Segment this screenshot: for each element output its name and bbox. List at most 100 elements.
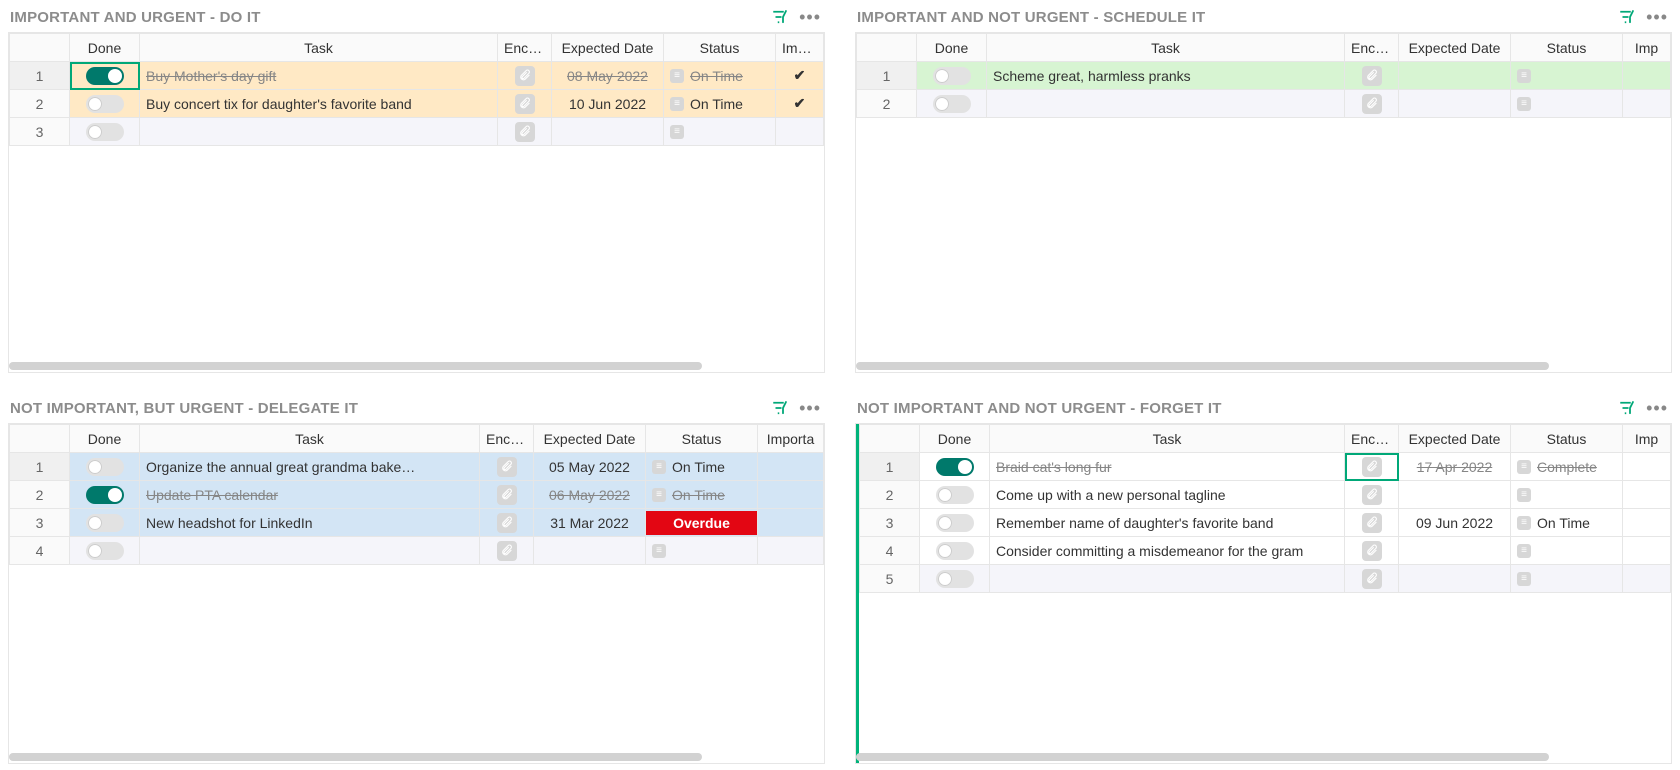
attachment-icon[interactable]: [1362, 513, 1382, 533]
status-cell[interactable]: Overdue: [646, 509, 758, 537]
status-cell[interactable]: ≡On Time: [646, 453, 758, 481]
expected-date-cell[interactable]: 05 May 2022: [534, 453, 646, 481]
expected-date-cell[interactable]: [1399, 537, 1511, 565]
done-cell[interactable]: [920, 481, 990, 509]
col-importance[interactable]: Imp: [1623, 425, 1671, 453]
importance-cell[interactable]: [758, 509, 824, 537]
col-encl[interactable]: Encl(s): [1345, 425, 1399, 453]
table-row[interactable]: 1Scheme great, harmless pranks≡: [857, 62, 1671, 90]
more-icon[interactable]: •••: [1646, 8, 1668, 26]
importance-cell[interactable]: ✔: [776, 62, 824, 90]
importance-cell[interactable]: [1623, 509, 1671, 537]
status-cell[interactable]: ≡On Time: [664, 90, 776, 118]
attachment-icon[interactable]: [497, 485, 517, 505]
table-row[interactable]: 2Update PTA calendar06 May 2022≡On Time: [10, 481, 824, 509]
importance-cell[interactable]: [758, 537, 824, 565]
table-row[interactable]: 2 Buy concert tix for daughter's favorite…: [10, 90, 824, 118]
expected-date-cell[interactable]: 31 Mar 2022: [534, 509, 646, 537]
row-number[interactable]: 2: [10, 90, 70, 118]
table-row[interactable]: 4 Consider committing a misdemeanor for t…: [860, 537, 1671, 565]
enclosure-cell[interactable]: [480, 481, 534, 509]
col-importance[interactable]: Impor: [776, 34, 824, 62]
enclosure-cell[interactable]: [1345, 90, 1399, 118]
done-cell[interactable]: [920, 565, 990, 593]
attachment-icon[interactable]: [1362, 66, 1382, 86]
importance-cell[interactable]: [758, 453, 824, 481]
task-cell[interactable]: Braid cat's long fur: [990, 453, 1345, 481]
table-row[interactable]: 3≡: [10, 118, 824, 146]
done-cell[interactable]: [920, 509, 990, 537]
status-cell[interactable]: ≡On Time: [664, 62, 776, 90]
importance-cell[interactable]: [1623, 453, 1671, 481]
col-importance[interactable]: Imp: [1623, 34, 1671, 62]
done-cell[interactable]: [70, 453, 140, 481]
importance-cell[interactable]: [1623, 90, 1671, 118]
status-cell[interactable]: ≡: [1511, 62, 1623, 90]
attachment-icon[interactable]: [497, 457, 517, 477]
table-row[interactable]: 1Buy Mother's day gift08 May 2022≡On Tim…: [10, 62, 824, 90]
row-number[interactable]: 3: [10, 509, 70, 537]
table-row[interactable]: 4≡: [10, 537, 824, 565]
task-cell[interactable]: Consider committing a misdemeanor for th…: [990, 537, 1345, 565]
done-toggle[interactable]: [936, 542, 974, 560]
col-task[interactable]: Task: [140, 425, 480, 453]
done-cell[interactable]: [917, 90, 987, 118]
col-encl[interactable]: Encl(s): [480, 425, 534, 453]
attachment-icon[interactable]: [1362, 485, 1382, 505]
col-done[interactable]: Done: [917, 34, 987, 62]
importance-cell[interactable]: [758, 481, 824, 509]
col-encl[interactable]: Encl(s): [1345, 34, 1399, 62]
expected-date-cell[interactable]: [1399, 565, 1511, 593]
col-status[interactable]: Status: [1511, 425, 1623, 453]
done-toggle[interactable]: [936, 570, 974, 588]
done-toggle[interactable]: [933, 95, 971, 113]
done-cell[interactable]: [917, 62, 987, 90]
col-status[interactable]: Status: [1511, 34, 1623, 62]
done-cell[interactable]: [70, 481, 140, 509]
table-row[interactable]: 3New headshot for LinkedIn31 Mar 2022Ove…: [10, 509, 824, 537]
col-date[interactable]: Expected Date: [552, 34, 664, 62]
status-cell[interactable]: ≡On Time: [1511, 509, 1623, 537]
expected-date-cell[interactable]: [552, 118, 664, 146]
enclosure-cell[interactable]: [1345, 565, 1399, 593]
task-cell[interactable]: Organize the annual great grandma bake…: [140, 453, 480, 481]
table-row[interactable]: 2Come up with a new personal tagline≡: [860, 481, 1671, 509]
enclosure-cell[interactable]: [480, 453, 534, 481]
enclosure-cell[interactable]: [480, 509, 534, 537]
table-row[interactable]: 5≡: [860, 565, 1671, 593]
enclosure-cell[interactable]: [1345, 509, 1399, 537]
done-toggle[interactable]: [86, 458, 124, 476]
done-toggle[interactable]: [936, 458, 974, 476]
attachment-icon[interactable]: [515, 122, 535, 142]
row-number[interactable]: 3: [10, 118, 70, 146]
col-date[interactable]: Expected Date: [534, 425, 646, 453]
importance-cell[interactable]: [1623, 537, 1671, 565]
table-row[interactable]: 2≡: [857, 90, 1671, 118]
row-number[interactable]: 2: [857, 90, 917, 118]
horizontal-scrollbar[interactable]: [9, 751, 824, 763]
expected-date-cell[interactable]: [1399, 62, 1511, 90]
enclosure-cell[interactable]: [498, 90, 552, 118]
status-cell[interactable]: ≡: [1511, 481, 1623, 509]
enclosure-cell[interactable]: [1345, 537, 1399, 565]
importance-cell[interactable]: [1623, 481, 1671, 509]
task-cell[interactable]: [987, 90, 1345, 118]
status-cell[interactable]: ≡: [1511, 565, 1623, 593]
status-cell[interactable]: ≡: [646, 537, 758, 565]
row-number[interactable]: 1: [857, 62, 917, 90]
col-task[interactable]: Task: [990, 425, 1345, 453]
enclosure-cell[interactable]: [1345, 481, 1399, 509]
col-date[interactable]: Expected Date: [1399, 34, 1511, 62]
task-cell[interactable]: Buy concert tix for daughter's favorite …: [140, 90, 498, 118]
row-number[interactable]: 4: [860, 537, 920, 565]
row-number[interactable]: 1: [10, 62, 70, 90]
task-cell[interactable]: [140, 537, 480, 565]
done-cell[interactable]: [70, 509, 140, 537]
task-cell[interactable]: Buy Mother's day gift: [140, 62, 498, 90]
task-cell[interactable]: Remember name of daughter's favorite ban…: [990, 509, 1345, 537]
done-cell[interactable]: [70, 118, 140, 146]
attachment-icon[interactable]: [515, 94, 535, 114]
importance-cell[interactable]: [1623, 565, 1671, 593]
filter-icon[interactable]: [1618, 8, 1636, 26]
done-toggle[interactable]: [86, 123, 124, 141]
